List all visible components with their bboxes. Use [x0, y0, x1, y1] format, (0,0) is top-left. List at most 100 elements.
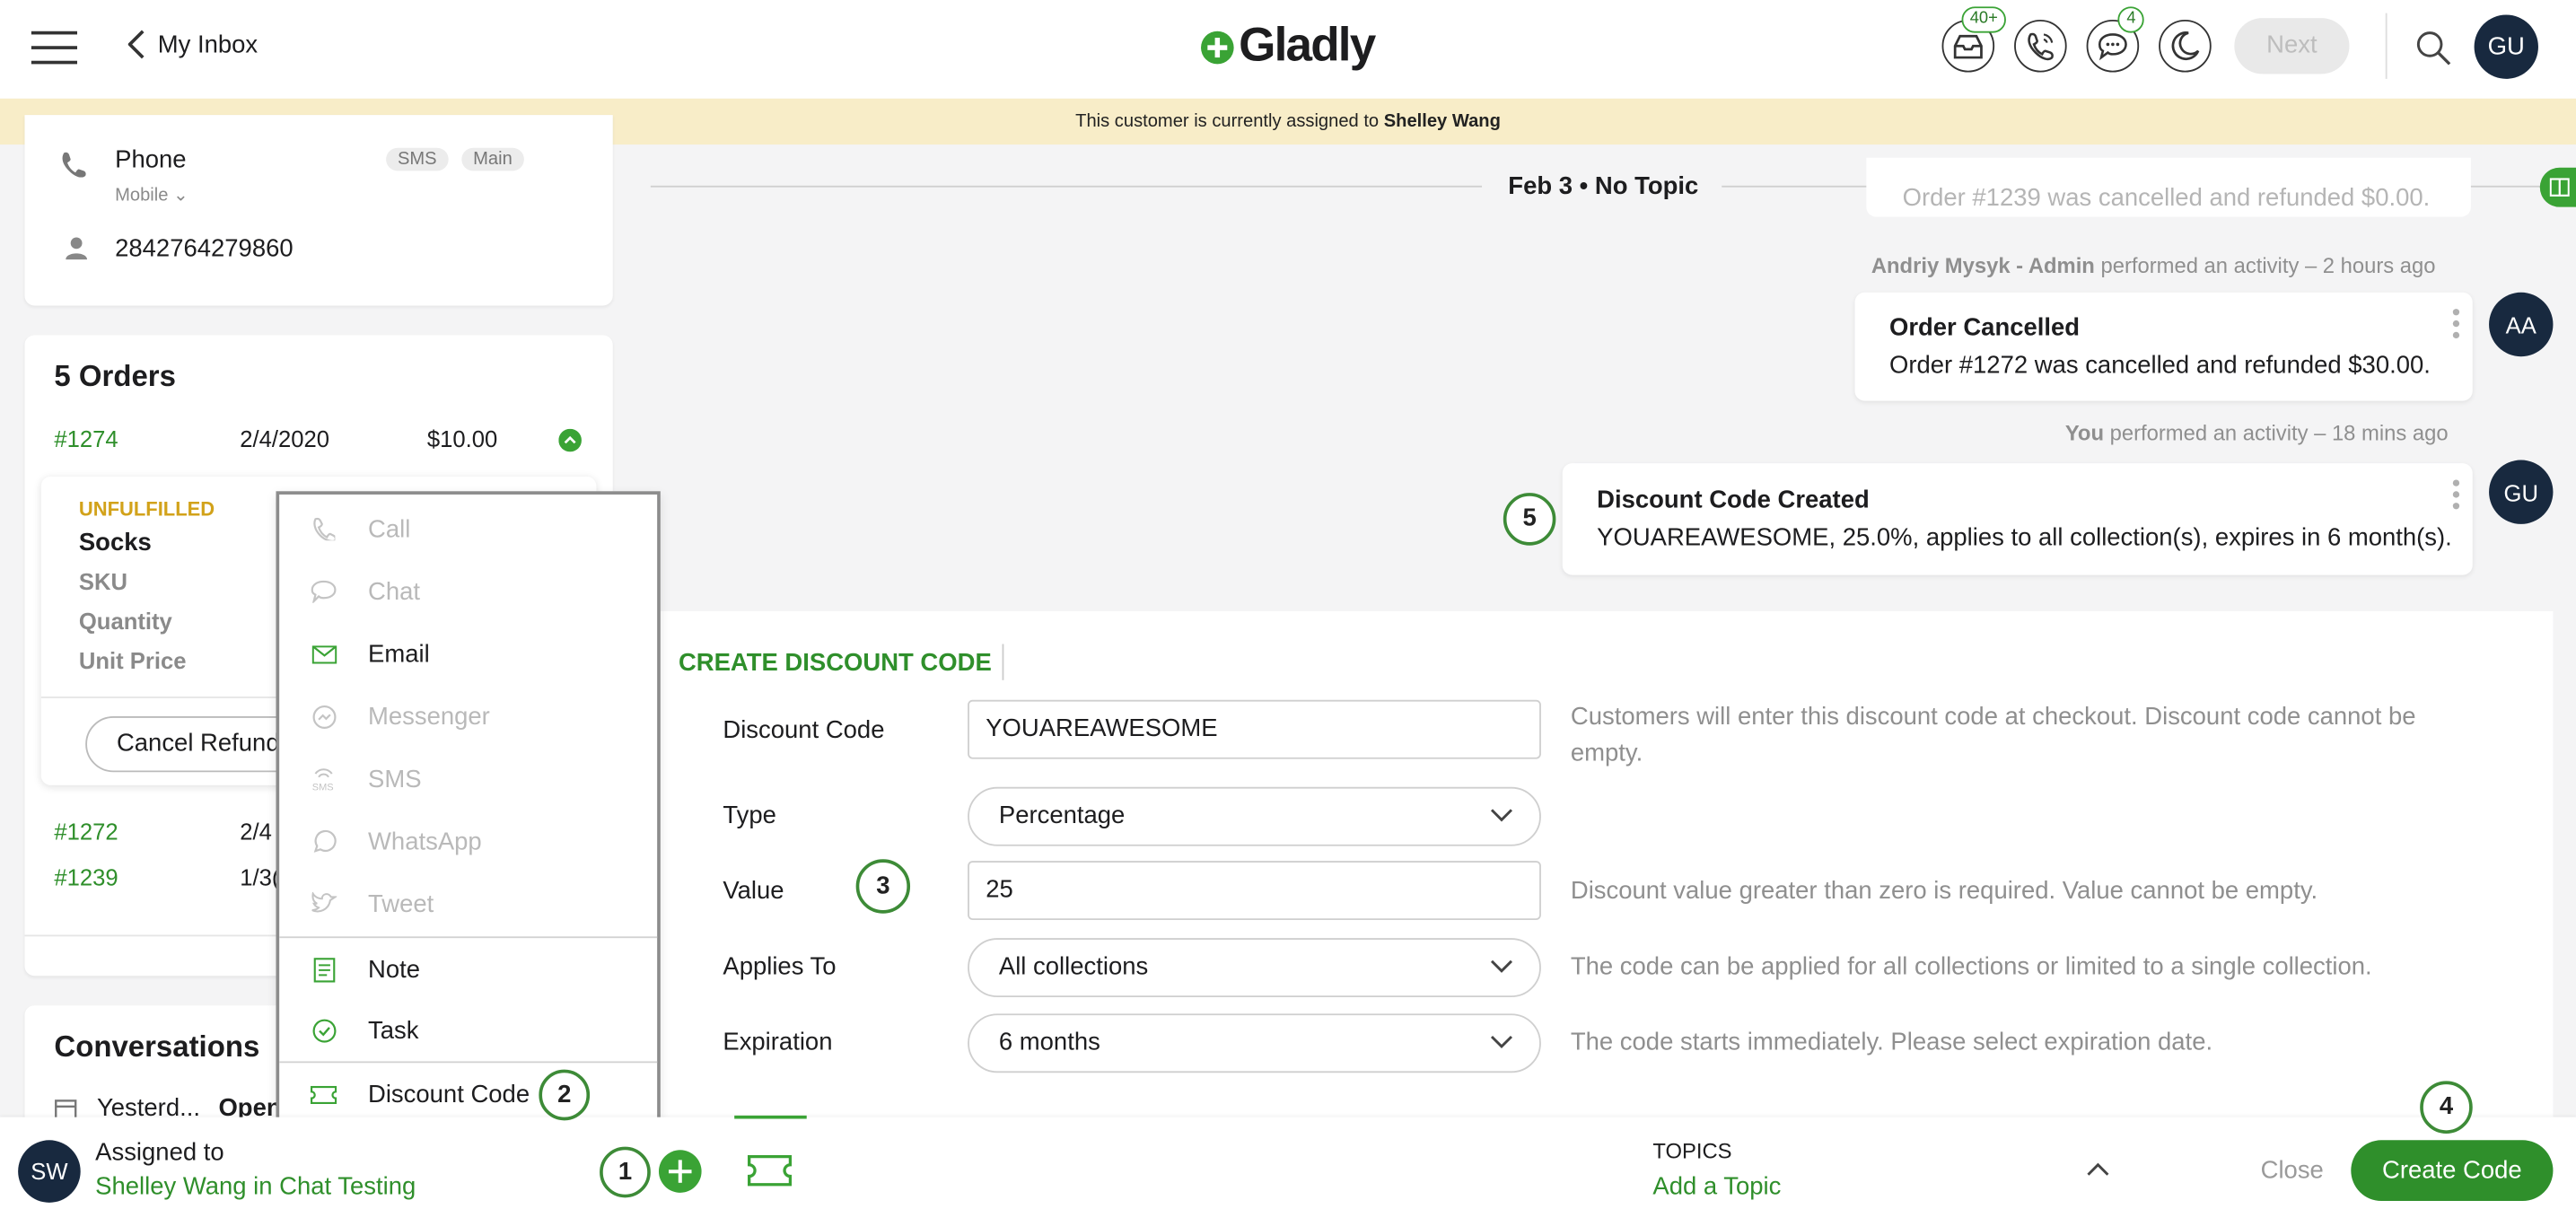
note-icon [279, 957, 368, 982]
activity-card-discount-created: Discount Code Created YOUAREAWESOME, 25.… [1562, 463, 2473, 575]
order-id-1272[interactable]: #1272 [54, 819, 118, 845]
chevron-down-icon [1490, 959, 1513, 974]
menu-item-sms[interactable]: SMS SMS [279, 748, 657, 810]
chat-status-button[interactable]: 4 [2086, 6, 2144, 73]
phone-number: 2842764279860 [115, 234, 294, 263]
chat-count-badge: 4 [2118, 6, 2144, 33]
discount-form-heading: CREATE DISCOUNT CODE [678, 649, 992, 678]
plus-icon [668, 1160, 692, 1183]
order-date-1272: 2/4 [240, 818, 272, 845]
menu-item-whatsapp[interactable]: WhatsApp [279, 810, 657, 872]
main-tag: Main [461, 147, 524, 171]
top-bar: My Inbox Gladly 40+ 4 Next GU [0, 0, 2576, 99]
menu-item-call[interactable]: Call [279, 498, 657, 561]
menu-item-discount-code[interactable]: Discount Code [279, 1063, 657, 1126]
topics-label: TOPICS [1652, 1138, 1732, 1163]
banner-text: This customer is currently assigned to [1075, 111, 1380, 132]
expiration-value: 6 months [998, 1028, 1100, 1056]
activity-body-2: YOUAREAWESOME, 25.0%, applies to all col… [1597, 523, 2452, 553]
assigned-to-label: Assigned to [95, 1138, 224, 1167]
collapse-order-icon[interactable] [558, 428, 582, 452]
search-icon[interactable] [2415, 30, 2451, 66]
sms-tag: SMS [386, 147, 449, 171]
add-topic-link[interactable]: Add a Topic [1652, 1173, 1781, 1201]
away-status-button[interactable] [2159, 19, 2212, 73]
discount-code-input[interactable]: YOUAREAWESOME [968, 699, 1541, 759]
menu-label-chat: Chat [368, 577, 421, 606]
chat-bubble-icon [2097, 31, 2130, 61]
add-menu-popup: Call Chat Email Messenger SMS SMS WhatsA… [276, 491, 661, 1129]
phone-label: Phone [115, 145, 187, 175]
discount-ticket-icon [279, 1084, 368, 1104]
activity-meta-1: Andriy Mysyk - Admin performed an activi… [1871, 253, 2436, 277]
menu-label-tweet: Tweet [368, 889, 434, 918]
whatsapp-icon [279, 828, 368, 853]
svg-text:SMS: SMS [312, 782, 334, 790]
menu-item-chat[interactable]: Chat [279, 560, 657, 623]
brand-logo: Gladly [1199, 19, 1376, 74]
menu-item-note[interactable]: Note [279, 938, 657, 1001]
menu-item-tweet[interactable]: Tweet [279, 872, 657, 935]
phone-status-button[interactable] [2014, 19, 2067, 73]
order-id-1239[interactable]: #1239 [54, 864, 118, 890]
activity-avatar-gu: GU [2489, 460, 2554, 524]
order-item-name: Socks [78, 529, 152, 557]
menu-item-task[interactable]: Task [279, 999, 657, 1062]
inbox-button[interactable]: 40+ [1941, 6, 2006, 73]
expiration-select[interactable]: 6 months [968, 1013, 1541, 1073]
menu-label-task: Task [368, 1016, 419, 1045]
contact-card: Phone SMS Main Mobile ⌄ 2842764279860 [24, 115, 613, 306]
discount-ticket-icon [748, 1154, 793, 1187]
menu-item-email[interactable]: Email [279, 623, 657, 686]
value-input[interactable]: 25 [968, 861, 1541, 921]
brand-name: Gladly [1239, 19, 1376, 73]
menu-label-discount-code: Discount Code [368, 1080, 530, 1108]
faded-activity-text: Order #1239 was cancelled and refunded $… [1902, 184, 2431, 213]
tweet-icon [279, 891, 368, 916]
header-divider [2385, 13, 2388, 79]
value-hint: Discount value greater than zero is requ… [1570, 877, 2318, 906]
assignee-avatar: SW [18, 1140, 81, 1203]
user-avatar[interactable]: GU [2474, 14, 2538, 79]
faded-activity-card: Order #1239 was cancelled and refunded $… [1866, 157, 2471, 217]
applies-to-value: All collections [998, 952, 1149, 981]
phone-icon [279, 517, 368, 541]
book-icon [2549, 178, 2570, 197]
order-date-1274: 2/4/2020 [240, 425, 329, 452]
conversation-divider-label: Feb 3 • No Topic [1508, 172, 1699, 201]
create-code-button[interactable]: Create Code [2351, 1140, 2554, 1202]
next-button[interactable]: Next [2234, 18, 2350, 74]
side-panel-tab[interactable] [2539, 167, 2576, 207]
hamburger-menu-icon[interactable] [31, 30, 78, 66]
order-status: UNFULFILLED [78, 497, 215, 521]
inbox-icon [1953, 33, 1983, 59]
activity-body-1: Order #1272 was cancelled and refunded $… [1888, 351, 2431, 380]
callout-4: 4 [2420, 1081, 2473, 1134]
assigned-to-value[interactable]: Shelley Wang in Chat Testing [95, 1173, 416, 1201]
phone-type-select[interactable]: Mobile ⌄ [115, 184, 188, 206]
inbox-count-badge: 40+ [1961, 6, 2006, 33]
expiration-hint: The code starts immediately. Please sele… [1570, 1028, 2213, 1056]
add-button[interactable] [658, 1150, 702, 1193]
more-options-icon[interactable] [2452, 479, 2460, 513]
callout-2: 2 [539, 1069, 591, 1121]
activity-actor-1: Andriy Mysyk - Admin [1871, 252, 2095, 278]
phone-icon [2026, 31, 2055, 61]
plus-circle-logo-icon [1199, 29, 1235, 65]
order-id-1274[interactable]: #1274 [54, 425, 118, 451]
chevron-up-icon[interactable] [2087, 1161, 2110, 1176]
phone-icon [61, 151, 87, 178]
type-select[interactable]: Percentage [968, 786, 1541, 846]
footer-tab-indicator [734, 1115, 807, 1119]
close-button[interactable]: Close [2261, 1157, 2324, 1185]
discount-code-tab[interactable] [748, 1154, 793, 1187]
more-options-icon[interactable] [2452, 309, 2460, 343]
menu-label-messenger: Messenger [368, 702, 490, 731]
order-amount-1274: $10.00 [426, 425, 498, 452]
menu-item-messenger[interactable]: Messenger [279, 685, 657, 748]
activity-time-1: performed an activity – 2 hours ago [2100, 252, 2436, 278]
activity-time-2: performed an activity – 18 mins ago [2109, 420, 2449, 446]
person-icon [66, 237, 88, 260]
back-link[interactable]: My Inbox [127, 30, 258, 59]
applies-to-select[interactable]: All collections [968, 938, 1541, 998]
